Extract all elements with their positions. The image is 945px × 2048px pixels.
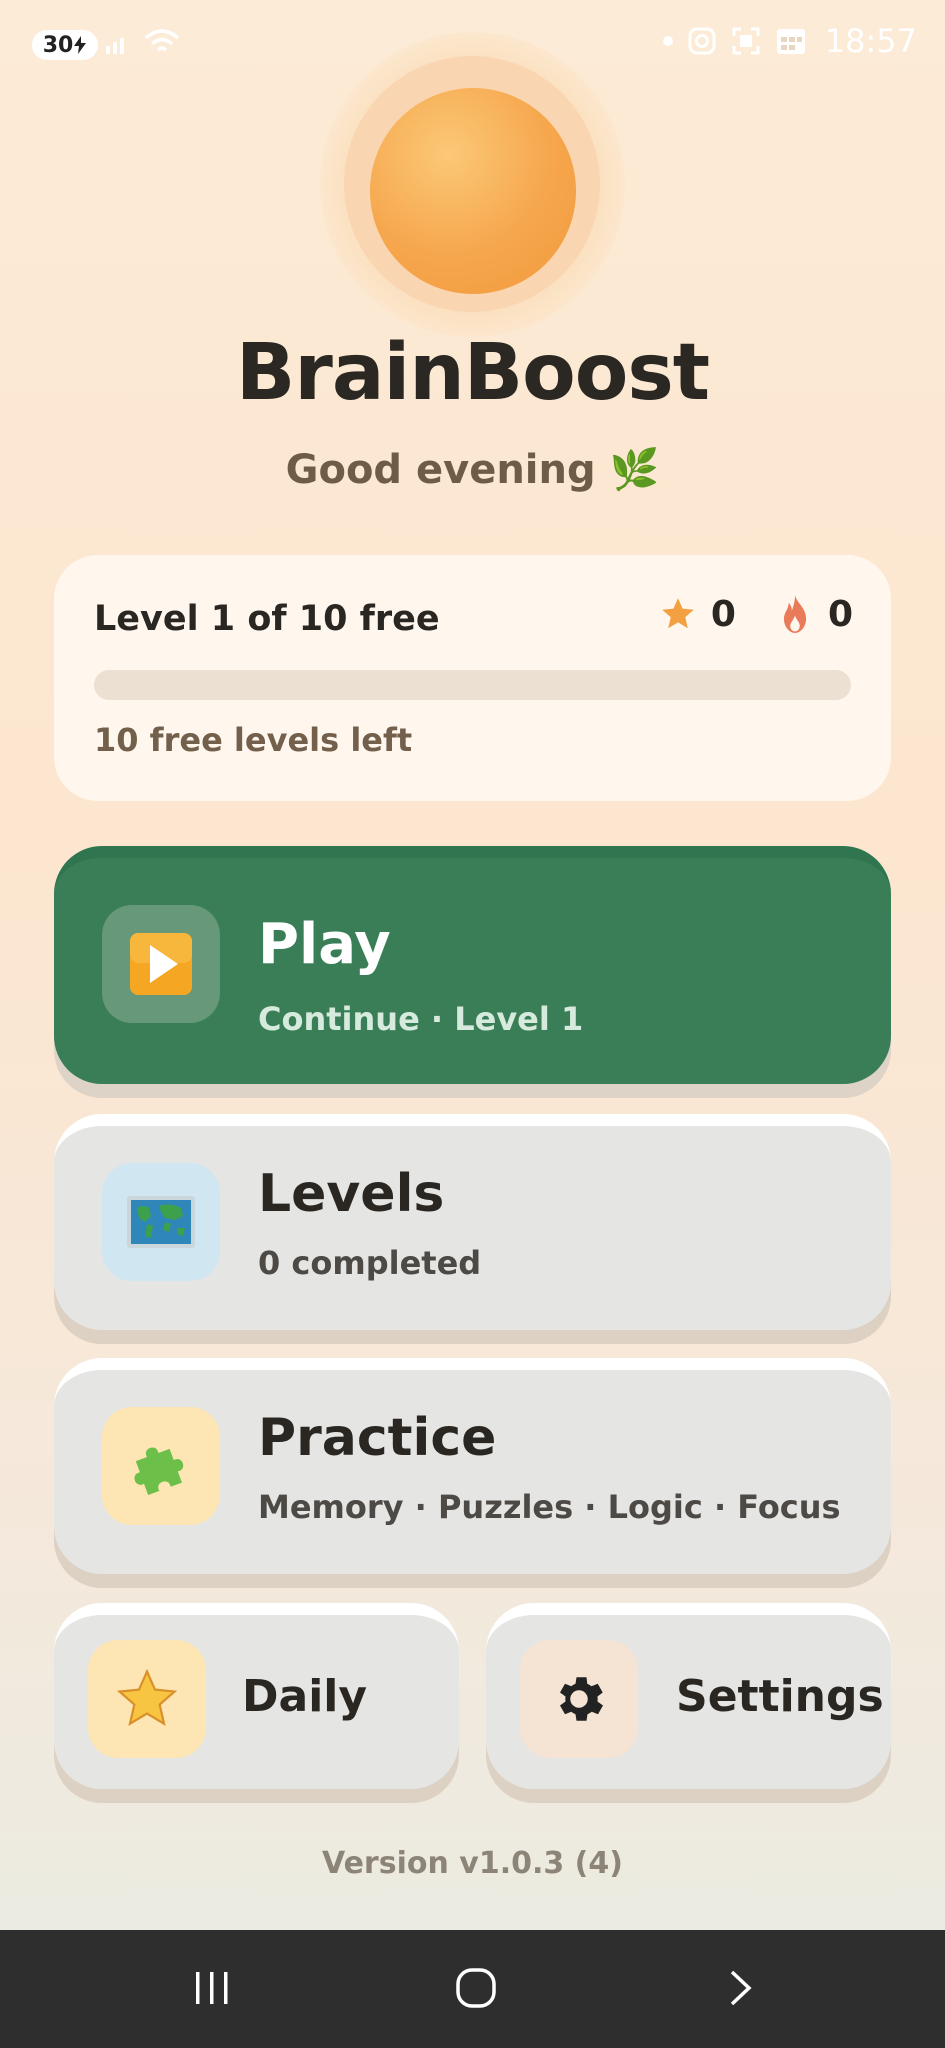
streak-count: 0 <box>827 593 853 635</box>
map-icon <box>127 1196 195 1248</box>
battery-indicator: 30 <box>32 30 98 60</box>
practice-icon-tile <box>102 1407 220 1525</box>
battery-level: 30 <box>42 32 74 58</box>
stats-row: 0 0 <box>659 593 853 635</box>
levels-button[interactable]: Levels 0 completed <box>54 1114 891 1330</box>
puzzle-icon <box>134 1447 184 1495</box>
level-progress-bar <box>94 670 851 700</box>
level-progress-label: Level 1 of 10 free <box>94 599 440 639</box>
progress-card: Level 1 of 10 free 0 0 10 free levels le… <box>54 555 891 801</box>
charging-icon <box>74 36 87 54</box>
levels-icon-tile <box>102 1163 220 1281</box>
version-text: Version v1.0.3 (4) <box>322 1846 623 1881</box>
signal-icon <box>106 38 124 54</box>
play-title: Play <box>258 912 391 977</box>
home-icon <box>456 1968 496 2008</box>
daily-button[interactable]: Daily <box>54 1603 459 1789</box>
star-icon <box>662 598 694 629</box>
play-button[interactable]: Play Continue · Level 1 <box>54 846 891 1084</box>
sun-logo-icon <box>370 88 576 294</box>
daily-icon-tile <box>88 1640 206 1758</box>
practice-title: Practice <box>258 1408 497 1468</box>
star-icon <box>116 1668 178 1727</box>
recents-button[interactable] <box>172 1958 252 2018</box>
settings-icon-tile <box>520 1640 638 1758</box>
levels-subtitle: 0 completed <box>258 1244 482 1282</box>
settings-button[interactable]: Settings <box>486 1603 891 1789</box>
home-button[interactable] <box>436 1958 516 2018</box>
fire-icon <box>783 595 807 633</box>
greeting-text: Good evening 🌿 <box>285 447 660 493</box>
free-levels-left: 10 free levels left <box>94 721 413 759</box>
chevron-right-icon <box>730 1970 752 2006</box>
settings-label: Settings <box>676 1671 884 1722</box>
recents-icon <box>196 1972 228 2004</box>
system-nav-bar <box>0 1930 945 2048</box>
notification-dot-icon <box>662 36 673 46</box>
play-icon <box>130 933 192 995</box>
gear-icon <box>560 1677 603 1721</box>
play-icon-tile <box>102 905 220 1023</box>
stars-count: 0 <box>710 593 736 635</box>
back-button[interactable] <box>700 1958 780 2018</box>
daily-label: Daily <box>242 1671 368 1722</box>
calendar-icon <box>776 29 805 54</box>
play-subtitle: Continue · Level 1 <box>258 1000 584 1038</box>
wifi-icon <box>144 29 180 52</box>
app-title: BrainBoost <box>235 328 710 418</box>
practice-subtitle: Memory · Puzzles · Logic · Focus <box>258 1488 841 1526</box>
scan-icon <box>732 27 760 55</box>
levels-title: Levels <box>258 1164 445 1224</box>
practice-button[interactable]: Practice Memory · Puzzles · Logic · Focu… <box>54 1358 891 1574</box>
instagram-icon <box>688 27 716 55</box>
clock: 18:57 <box>824 22 917 60</box>
